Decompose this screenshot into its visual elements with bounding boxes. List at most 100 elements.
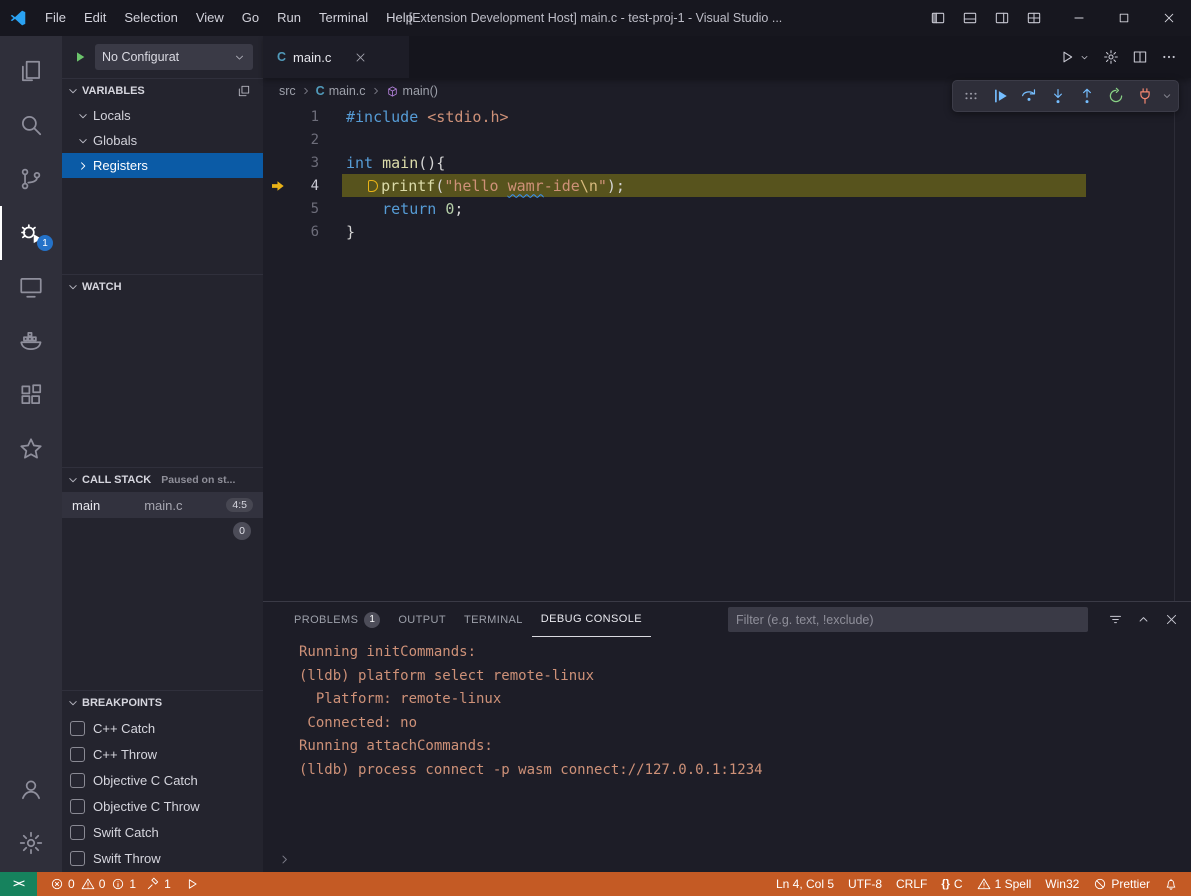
cursor-position[interactable]: Ln 4, Col 5: [769, 872, 841, 896]
breakpoint-swift-catch[interactable]: Swift Catch: [62, 819, 263, 845]
split-editor-button[interactable]: [1132, 49, 1148, 65]
infos-count[interactable]: 1: [108, 872, 139, 896]
breakpoint-objective-c-catch[interactable]: Objective C Catch: [62, 767, 263, 793]
checkbox[interactable]: [70, 747, 85, 762]
activity-source-control[interactable]: [0, 152, 62, 206]
breadcrumb-main-c[interactable]: Cmain.c: [316, 84, 366, 98]
maximize-button[interactable]: [1101, 11, 1146, 25]
console-input-prompt[interactable]: [277, 852, 292, 867]
breakpoint-objective-c-throw[interactable]: Objective C Throw: [62, 793, 263, 819]
call-stack-header[interactable]: CALL STACK Paused on st...: [62, 468, 263, 492]
errors-count[interactable]: 0: [47, 872, 78, 896]
menu-run[interactable]: Run: [268, 0, 310, 36]
variables-item-registers[interactable]: Registers: [62, 153, 263, 178]
breadcrumb-src[interactable]: src: [279, 84, 296, 98]
checkbox[interactable]: [70, 851, 85, 866]
restart-button[interactable]: [1102, 83, 1129, 109]
close-panel-button[interactable]: [1164, 612, 1179, 627]
menu-selection[interactable]: Selection: [115, 0, 186, 36]
panel-tab-label: TERMINAL: [464, 614, 523, 626]
step-over-button[interactable]: [1015, 83, 1042, 109]
encoding-indicator[interactable]: UTF-8: [841, 872, 889, 896]
menu-go[interactable]: Go: [233, 0, 268, 36]
activity-remote-explorer[interactable]: [0, 260, 62, 314]
activity-settings[interactable]: [0, 816, 62, 870]
remote-indicator[interactable]: ><: [0, 872, 37, 896]
run-or-debug-button[interactable]: [1059, 49, 1075, 65]
call-stack-section: CALL STACK Paused on st... mainmain.c4:5…: [62, 467, 263, 690]
language-mode[interactable]: {}C: [934, 872, 969, 896]
panel-tab-output[interactable]: OUTPUT: [389, 602, 455, 637]
inline-breakpoint-icon[interactable]: [368, 180, 378, 192]
debug-more-chevron[interactable]: [1160, 83, 1174, 109]
debug-toolbar-grip[interactable]: [957, 83, 984, 109]
status-text: 1: [164, 877, 171, 891]
debug-config-dropdown[interactable]: No Configurat: [95, 44, 253, 70]
console-filter-options-button[interactable]: [1108, 612, 1123, 627]
minimize-button[interactable]: [1056, 11, 1101, 25]
activity-extensions[interactable]: [0, 368, 62, 422]
prettier-status[interactable]: Prettier: [1086, 872, 1157, 896]
disconnect-button[interactable]: [1131, 83, 1158, 109]
stack-frame-row[interactable]: mainmain.c4:5: [62, 492, 263, 518]
panel-tab-terminal[interactable]: TERMINAL: [455, 602, 532, 637]
activity-search[interactable]: [0, 98, 62, 152]
toggle-primary-sidebar-button[interactable]: [922, 10, 954, 26]
activity-docker[interactable]: [0, 314, 62, 368]
panel-tab-problems[interactable]: PROBLEMS1: [285, 602, 389, 637]
breakpoint-swift-throw[interactable]: Swift Throw: [62, 845, 263, 871]
variables-header[interactable]: VARIABLES: [62, 79, 263, 103]
toggle-panel-button[interactable]: [954, 10, 986, 26]
breakpoints-section: BREAKPOINTS C++ CatchC++ ThrowObjective …: [62, 690, 263, 872]
start-debug-icon[interactable]: [72, 49, 88, 65]
activity-accounts[interactable]: [0, 762, 62, 816]
code-text: #include <stdio.h>: [319, 108, 509, 126]
step-out-button[interactable]: [1073, 83, 1100, 109]
activity-favorites[interactable]: [0, 422, 62, 476]
breakpoints-header[interactable]: BREAKPOINTS: [62, 691, 263, 715]
console-filter-input[interactable]: [728, 607, 1088, 632]
breakpoint-c-catch[interactable]: C++ Catch: [62, 715, 263, 741]
variables-panel-icon[interactable]: [237, 84, 259, 98]
checkbox[interactable]: [70, 773, 85, 788]
breakpoint-label: C++ Catch: [93, 721, 155, 736]
eol-indicator[interactable]: CRLF: [889, 872, 934, 896]
variables-item-locals[interactable]: Locals: [62, 103, 263, 128]
platform-indicator[interactable]: Win32: [1038, 872, 1086, 896]
menu-file[interactable]: File: [36, 0, 75, 36]
breakpoint-c-throw[interactable]: C++ Throw: [62, 741, 263, 767]
code-editor[interactable]: 1#include <stdio.h>23int main(){4 printf…: [263, 104, 1191, 601]
notifications-bell[interactable]: [1157, 872, 1185, 896]
close-tab-icon[interactable]: [354, 51, 367, 64]
panel-tab-debug-console[interactable]: DEBUG CONSOLE: [532, 602, 651, 637]
customize-layout-button[interactable]: [1018, 10, 1050, 26]
tools-indicator[interactable]: 1: [139, 872, 178, 896]
breadcrumb-main[interactable]: main(): [386, 84, 438, 98]
checkbox[interactable]: [70, 799, 85, 814]
variables-item-globals[interactable]: Globals: [62, 128, 263, 153]
tab-main-c[interactable]: C main.c: [263, 36, 409, 78]
run-dropdown-chevron[interactable]: [1088, 52, 1090, 63]
debug-console[interactable]: Running initCommands:(lldb) platform sel…: [263, 637, 1191, 872]
close-button[interactable]: [1146, 11, 1191, 25]
menu-edit[interactable]: Edit: [75, 0, 115, 36]
checkbox[interactable]: [70, 825, 85, 840]
debug-status[interactable]: [178, 872, 206, 896]
activity-explorer[interactable]: [0, 44, 62, 98]
step-into-button[interactable]: [1044, 83, 1071, 109]
spell-checker-status[interactable]: 1 Spell: [970, 872, 1039, 896]
tab-label: main.c: [293, 50, 331, 65]
menu-view[interactable]: View: [187, 0, 233, 36]
activity-run-and-debug[interactable]: 1: [0, 206, 62, 260]
continue-button[interactable]: [986, 83, 1013, 109]
menu-terminal[interactable]: Terminal: [310, 0, 377, 36]
maximize-panel-button[interactable]: [1136, 612, 1151, 627]
c-file-icon: C: [316, 84, 325, 98]
toggle-secondary-sidebar-button[interactable]: [986, 10, 1018, 26]
warnings-count[interactable]: 0: [78, 872, 109, 896]
more-editor-actions-button[interactable]: [1161, 49, 1177, 65]
watch-header[interactable]: WATCH: [62, 275, 263, 299]
checkbox[interactable]: [70, 721, 85, 736]
editor-settings-gear-button[interactable]: [1103, 49, 1119, 65]
gutter-glyph-margin[interactable]: [263, 178, 293, 194]
